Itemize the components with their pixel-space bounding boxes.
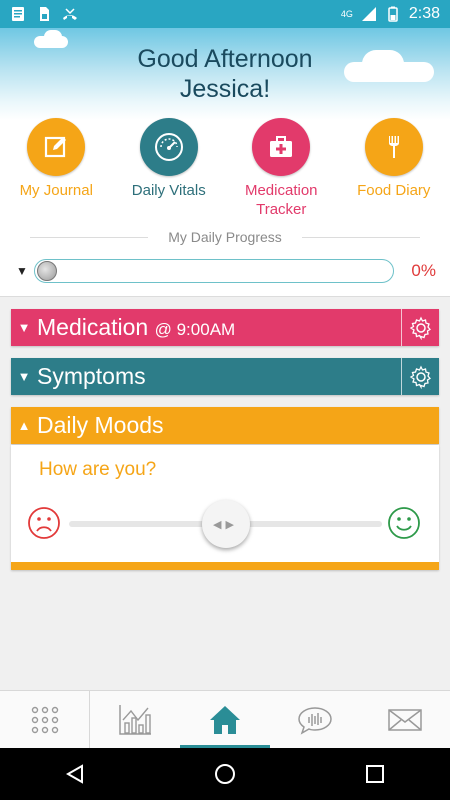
food-diary-label: Food Diary	[357, 182, 431, 199]
gauge-icon	[139, 118, 198, 176]
chart-icon	[119, 705, 151, 735]
sim-card-icon	[40, 7, 49, 21]
journal-edit-icon	[27, 118, 86, 176]
back-icon[interactable]	[64, 763, 86, 785]
daily-vitals-button[interactable]: Daily Vitals	[113, 118, 226, 223]
happy-face-icon[interactable]	[387, 506, 421, 540]
daily-moods-section-header[interactable]: ▲ Daily Moods	[11, 407, 439, 444]
medication-section-title: Medication @ 9:00AM	[37, 314, 236, 340]
divider	[30, 237, 148, 238]
chevron-up-icon: ▲	[17, 418, 31, 433]
home-circle-icon[interactable]	[214, 763, 236, 785]
grid-icon	[31, 706, 58, 734]
mood-slider-handle[interactable]: ◀▶	[201, 500, 250, 548]
daily-vitals-label: Daily Vitals	[131, 182, 206, 199]
greeting: Good Afternoon Jessica!	[0, 44, 450, 104]
my-journal-button[interactable]: My Journal	[0, 118, 113, 223]
tab-mail[interactable]	[360, 691, 450, 749]
status-time: 2:38	[408, 5, 440, 22]
greeting-line2: Jessica!	[179, 75, 271, 103]
medication-tracker-button[interactable]: Medication Tracker	[225, 118, 338, 223]
gear-icon[interactable]	[401, 358, 439, 395]
status-bar: 4G 2:38	[0, 0, 450, 28]
daily-moods-card: How are you? ◀▶	[11, 445, 439, 570]
my-journal-label: My Journal	[19, 182, 93, 199]
daily-progress-row: ▼ 0%	[16, 258, 436, 284]
medkit-icon	[252, 118, 311, 176]
main-content: ▼ Medication @ 9:00AM ▼ Symptoms ▲ Daily…	[0, 296, 450, 690]
mail-icon	[388, 709, 422, 731]
daily-progress-bar	[34, 259, 394, 283]
chat-icon	[298, 707, 332, 735]
bottom-tab-bar	[0, 690, 450, 749]
battery-icon	[388, 6, 398, 22]
system-navigation-bar	[0, 748, 450, 800]
greeting-line1: Good Afternoon	[137, 45, 313, 73]
signal-icon	[361, 7, 376, 21]
tab-charts[interactable]	[90, 691, 180, 749]
avatar	[37, 261, 57, 281]
daily-progress-heading: My Daily Progress	[30, 229, 420, 245]
symptoms-section-title: Symptoms	[37, 363, 146, 389]
food-diary-button[interactable]: Food Diary	[338, 118, 450, 223]
header-banner: Good Afternoon Jessica!	[0, 28, 450, 120]
recents-icon[interactable]	[364, 763, 386, 785]
cloud-decoration	[44, 30, 62, 44]
progress-percent: 0%	[411, 261, 436, 280]
medication-section-header[interactable]: ▼ Medication @ 9:00AM	[11, 309, 439, 346]
daily-moods-section-title: Daily Moods	[37, 412, 164, 438]
gear-icon[interactable]	[401, 309, 439, 346]
network-label: 4G	[340, 9, 353, 19]
tab-messages[interactable]	[270, 691, 360, 749]
symptoms-section-header[interactable]: ▼ Symptoms	[11, 358, 439, 395]
progress-expand-arrow-icon[interactable]: ▼	[16, 264, 34, 278]
home-icon	[210, 706, 240, 734]
chevron-down-icon: ▼	[17, 369, 31, 384]
missed-call-icon	[63, 8, 77, 20]
feature-shortcuts: My Journal Daily Vitals Medication Track…	[0, 118, 450, 223]
chevron-down-icon: ▼	[17, 320, 31, 335]
fork-icon	[364, 118, 423, 176]
daily-progress-title: My Daily Progress	[168, 229, 282, 245]
notes-icon	[12, 7, 24, 21]
tab-home[interactable]	[180, 691, 270, 749]
sad-face-icon[interactable]	[27, 506, 61, 540]
divider	[302, 237, 420, 238]
medication-tracker-label: Medication Tracker	[244, 182, 318, 218]
mood-question: How are you?	[39, 459, 157, 480]
tab-apps-grid[interactable]	[0, 691, 90, 749]
